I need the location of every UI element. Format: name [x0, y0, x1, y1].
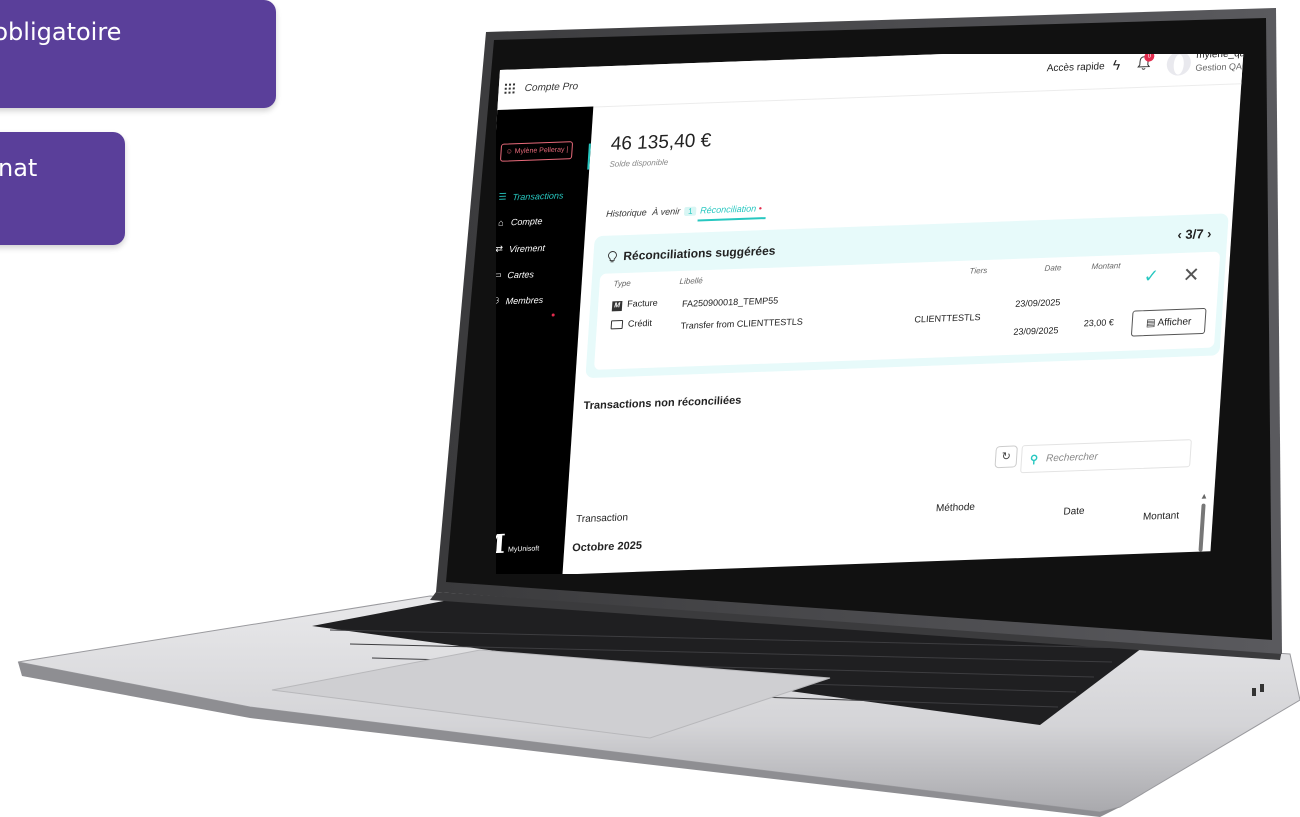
accept-check-icon[interactable]: ✓ [1143, 266, 1159, 288]
col-method: Méthode [935, 501, 976, 515]
search-icon: ⚲ [1029, 453, 1039, 466]
apps-grid-icon[interactable] [504, 83, 516, 94]
brand-mark: M [496, 529, 507, 561]
sidebar-item-membres[interactable]: ⚇ Membres [496, 294, 544, 307]
sidebar-item-cartes[interactable]: ▭ Cartes [496, 268, 534, 280]
unreconciled-title: Transactions non réconciliées [583, 394, 742, 413]
user-selector[interactable]: ☺ Mylène Pelleray | ⌄ [499, 141, 574, 162]
sidebar-item-label: Membres [505, 294, 544, 306]
col-amount: Montant [1142, 510, 1180, 523]
sidebar-item-label: Compte [510, 216, 543, 228]
row-third-party: CLIENTTESTLS [914, 312, 981, 325]
reconciliation-dot: • [758, 203, 763, 214]
col-date: Date [1063, 505, 1085, 518]
search-input[interactable] [1043, 447, 1179, 465]
notification-badge: 0 [1144, 54, 1155, 62]
search-box: ⚲ [1020, 439, 1192, 474]
row-date: 23/09/2025 [1013, 325, 1059, 337]
brand-logo: M MyUnisoft [496, 529, 540, 561]
col-label: Libellé [679, 276, 704, 287]
card-icon: ▭ [496, 269, 503, 280]
tab-reconciliation-label: Réconciliation [699, 203, 757, 216]
suggestions-title-text: Réconciliations suggérées [622, 243, 776, 264]
balance-amount: 46 135,40 € [610, 130, 712, 155]
suggestions-title: Réconciliations suggérées [607, 244, 776, 264]
scroll-up-icon[interactable]: ▲ [1200, 491, 1209, 500]
invoice-icon: M [611, 301, 623, 312]
balance-label: Solde disponible [609, 157, 669, 169]
row-date: 23/09/2025 [1014, 297, 1061, 309]
chevron-left-icon[interactable]: ‹ [1177, 227, 1182, 242]
row-label: FA250900018_TEMP55 [681, 295, 779, 309]
tab-reconciliation[interactable]: Réconciliation • [700, 203, 762, 215]
list-icon: ☰ [498, 191, 507, 202]
sidebar-item-label: Virement [508, 242, 546, 254]
row-label: Transfer from CLIENTTESTLS [680, 316, 804, 331]
sidebar-item-transactions[interactable]: ☰ Transactions [497, 189, 564, 202]
upcoming-count-badge: 1 [683, 206, 697, 217]
show-button-label: Afficher [1157, 315, 1192, 329]
transfer-icon: ⇄ [496, 243, 504, 254]
sidebar-item-label: Transactions [512, 189, 564, 202]
tab-history[interactable]: Historique [606, 207, 647, 218]
lightning-icon[interactable]: ϟ [1112, 57, 1120, 73]
user-chip-label: Mylène Pelleray [514, 146, 565, 156]
tab-upcoming-label: À venir [651, 206, 681, 218]
lightbulb-icon [608, 251, 617, 263]
col-third-party: Tiers [969, 265, 988, 276]
user-name[interactable]: mylene_qa [1196, 54, 1246, 61]
suggested-reconciliations-panel: Réconciliations suggérées ‹ 3/7 › Type L… [585, 213, 1229, 379]
screen-area: Compte Pro Accès rapide ϟ 0 mylene_qa Ge… [496, 54, 1256, 574]
refresh-icon[interactable]: ↻ [994, 445, 1018, 469]
row-type-label: Crédit [627, 317, 653, 329]
reject-close-icon[interactable]: ✕ [1182, 262, 1200, 288]
row-type-label: Facture [626, 297, 659, 309]
suggestion-card: Type Libellé Tiers Date Montant M Facture… [593, 251, 1221, 370]
col-amount: Montant [1091, 261, 1121, 272]
main-content: 46 135,40 € Solde disponible Historique … [562, 83, 1241, 574]
col-type: Type [613, 278, 632, 289]
sidebar-item-virement[interactable]: ⇄ Virement [496, 242, 545, 255]
show-button[interactable]: ▤ Afficher [1130, 307, 1207, 337]
user-role: Gestion QA [1195, 61, 1243, 73]
brand-name: MyUnisoft [507, 545, 540, 554]
col-date: Date [1044, 263, 1062, 273]
sidebar-item-compte[interactable]: ⌂ Compte [496, 216, 543, 228]
tab-upcoming[interactable]: À venir 1 [651, 206, 697, 218]
col-transaction: Transaction [575, 512, 629, 526]
document-icon: ▤ [1145, 317, 1156, 329]
chevron-right-icon[interactable]: › [1207, 226, 1212, 241]
members-alert-dot [551, 313, 555, 317]
credit-card-icon [610, 320, 624, 330]
quick-access-link[interactable]: Accès rapide [1046, 61, 1105, 74]
avatar[interactable] [1166, 54, 1192, 76]
month-group-header: Octobre 2025 [571, 539, 643, 555]
active-tab-underline [697, 217, 766, 222]
members-icon: ⚇ [496, 295, 501, 306]
row-type: Crédit [610, 317, 653, 330]
app-window: Compte Pro Accès rapide ϟ 0 mylene_qa Ge… [496, 54, 1246, 574]
suggestions-pager: ‹ 3/7 › [1177, 226, 1212, 242]
pager-label: 3/7 [1184, 226, 1205, 242]
app-name: Compte Pro [524, 81, 579, 95]
sidebar-item-label: Cartes [507, 268, 535, 280]
row-type: M Facture [611, 297, 659, 312]
row-amount: 23,00 € [1083, 317, 1115, 329]
bank-icon: ⌂ [497, 217, 504, 228]
scrollbar[interactable] [1198, 503, 1206, 552]
